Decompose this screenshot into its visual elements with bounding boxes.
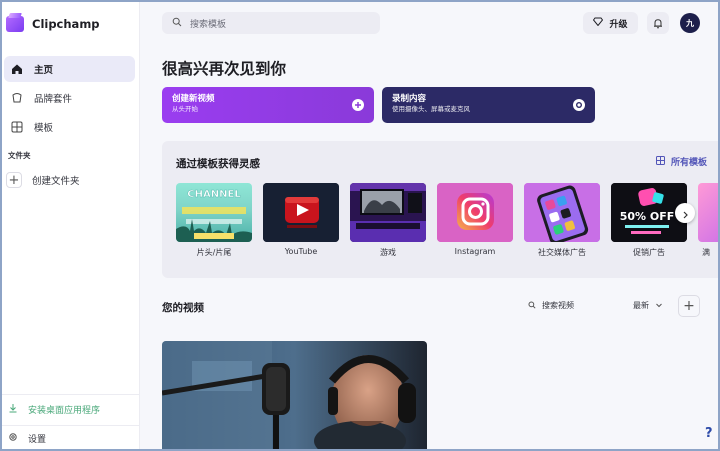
create-folder-label: 创建文件夹 — [32, 176, 80, 187]
plus-icon: + — [6, 172, 22, 188]
template-thumbnail: CHANNEL — [176, 183, 252, 242]
sidebar-item-brand-kit[interactable]: 品牌套件 — [4, 85, 135, 111]
folders-section-label: 文件夹 — [8, 151, 31, 160]
search-placeholder: 搜索模板 — [190, 19, 227, 30]
template-inspiration-panel: 通过模板获得灵感 所有模板 CHANNEL 片头/片尾 YouTube 游戏 I… — [162, 141, 718, 278]
template-search-input[interactable]: 搜索模板 — [162, 12, 380, 34]
sidebar-item-label: 模板 — [34, 123, 54, 134]
page-title: 很高兴再次见到你 — [162, 60, 287, 78]
bell-icon — [653, 14, 663, 33]
template-thumbnail — [350, 183, 426, 242]
templates-section-title: 通过模板获得灵感 — [176, 158, 260, 170]
sidebar-item-home[interactable]: 主页 — [4, 56, 135, 82]
avatar[interactable]: 九 — [680, 13, 700, 33]
template-thumbnail — [263, 183, 339, 242]
template-tile-label: 社交媒体广告 — [538, 248, 586, 257]
template-tile-intro-outro[interactable]: CHANNEL 片头/片尾 — [176, 183, 252, 258]
install-label: 安装桌面应用程序 — [28, 406, 101, 416]
sort-dropdown[interactable]: 最新 — [633, 300, 663, 311]
sidebar-item-label: 主页 — [34, 65, 54, 76]
grid-icon — [656, 155, 665, 168]
template-tile-promo-ads[interactable]: 50% OFF 促销广告 — [611, 183, 687, 258]
upgrade-label: 升级 — [609, 19, 628, 30]
create-video-title: 创建新视频 — [172, 94, 215, 104]
template-thumbnail — [524, 183, 600, 242]
sidebar: Clipchamp 主页 品牌套件 模板 文件夹 + 创建文件夹 安装桌面应用程… — [2, 2, 140, 449]
templates-icon — [10, 120, 24, 134]
template-tile-label: 游戏 — [380, 248, 396, 257]
your-videos-title: 您的视频 — [162, 302, 204, 314]
record-icon — [573, 99, 585, 111]
video-search-input[interactable]: 搜索视频 — [528, 300, 574, 311]
template-thumbnail — [437, 183, 513, 242]
all-templates-label: 所有模板 — [671, 158, 708, 168]
settings-label: 设置 — [28, 435, 47, 445]
create-new-video-card[interactable]: 创建新视频 从头开始 — [162, 87, 374, 123]
template-tile-label: 片头/片尾 — [196, 248, 232, 257]
record-title: 录制内容 — [392, 94, 427, 104]
clipchamp-logo-icon — [6, 16, 24, 32]
create-folder-button[interactable]: + 创建文件夹 — [6, 170, 80, 190]
chevron-right-icon — [681, 204, 689, 223]
template-tile-youtube[interactable]: YouTube — [263, 183, 339, 256]
all-templates-link[interactable]: 所有模板 — [656, 155, 707, 168]
add-video-button[interactable]: + — [678, 295, 700, 317]
template-tile-instagram[interactable]: Instagram — [437, 183, 513, 256]
record-subtitle: 使用摄像头、屏幕或麦克风 — [392, 105, 470, 113]
notifications-button[interactable] — [647, 12, 669, 34]
template-tile-gaming[interactable]: 游戏 — [350, 183, 426, 258]
home-icon — [10, 62, 24, 76]
chevron-down-icon — [655, 301, 663, 311]
template-thumbnail — [698, 183, 718, 242]
sidebar-item-label: 品牌套件 — [34, 94, 73, 105]
brand[interactable]: Clipchamp — [6, 14, 100, 34]
video-search-placeholder: 搜索视频 — [542, 301, 574, 310]
video-thumbnail[interactable] — [162, 341, 427, 449]
create-video-subtitle: 从头开始 — [172, 105, 198, 113]
sidebar-item-templates[interactable]: 模板 — [4, 114, 135, 140]
template-tile-label: YouTube — [284, 247, 318, 256]
template-tile-label: 满 — [702, 248, 710, 257]
download-icon — [8, 403, 18, 416]
channel-thumbnail-text: CHANNEL — [187, 189, 241, 200]
plus-icon: + — [683, 298, 695, 314]
search-icon — [172, 17, 182, 30]
template-tile-partial[interactable]: 满 — [698, 183, 718, 258]
template-tile-label: 促销广告 — [633, 248, 665, 257]
brand-kit-icon — [10, 91, 24, 105]
carousel-next-button[interactable] — [675, 203, 695, 223]
sort-label: 最新 — [633, 301, 649, 310]
template-tile-label: Instagram — [454, 247, 496, 256]
promo-thumbnail-text: 50% OFF — [620, 210, 675, 223]
help-icon[interactable]: ? — [705, 426, 713, 441]
upgrade-button[interactable]: 升级 — [583, 12, 638, 34]
record-content-card[interactable]: 录制内容 使用摄像头、屏幕或麦克风 — [382, 87, 595, 123]
diamond-icon — [593, 17, 604, 29]
plus-circle-icon — [352, 99, 364, 111]
brand-name: Clipchamp — [32, 17, 100, 31]
install-desktop-app-button[interactable]: 安装桌面应用程序 — [2, 394, 140, 424]
settings-button[interactable]: 设置 — [2, 425, 140, 451]
gear-icon — [8, 432, 18, 445]
template-tile-social-ads[interactable]: 社交媒体广告 — [524, 183, 600, 258]
search-icon — [528, 300, 536, 311]
